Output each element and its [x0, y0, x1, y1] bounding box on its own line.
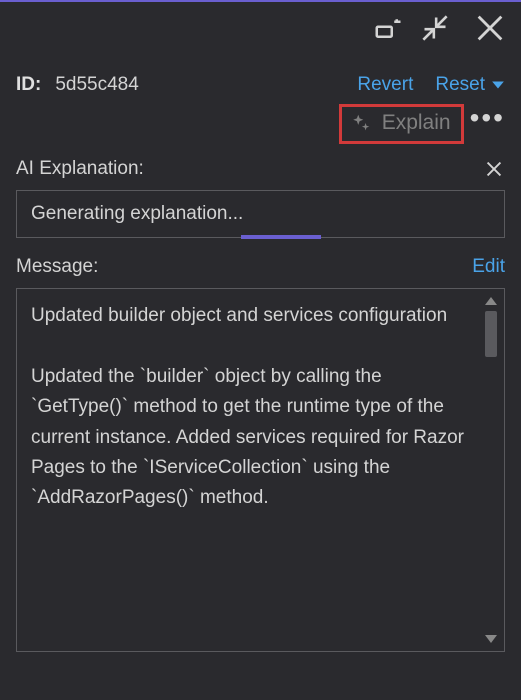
ai-explanation-field: Generating explanation...	[16, 190, 505, 238]
close-window-icon[interactable]	[473, 11, 507, 45]
progress-indicator	[241, 235, 321, 239]
collapse-arrow-icon[interactable]	[421, 14, 449, 42]
title-bar	[0, 2, 521, 54]
panel-content: ID: 5d55c484 Revert Reset Explain ••• AI…	[0, 54, 521, 652]
scroll-down-icon[interactable]	[485, 635, 497, 643]
id-value: 5d55c484	[55, 74, 138, 96]
close-explanation-icon[interactable]	[483, 158, 505, 180]
id-label: ID:	[16, 74, 41, 96]
ai-explanation-label: AI Explanation:	[16, 158, 144, 180]
scrollbar[interactable]	[482, 295, 500, 645]
sparkle-icon	[350, 112, 372, 134]
revert-link[interactable]: Revert	[357, 74, 413, 96]
chevron-down-icon	[491, 78, 505, 92]
explain-button[interactable]: Explain	[339, 104, 464, 144]
message-text: Updated builder object and services conf…	[31, 301, 478, 514]
edit-link[interactable]: Edit	[472, 256, 505, 278]
ai-explanation-header: AI Explanation:	[16, 158, 505, 180]
more-options-icon[interactable]: •••	[470, 111, 505, 125]
message-label: Message:	[16, 256, 98, 278]
scroll-thumb[interactable]	[485, 311, 497, 357]
message-box[interactable]: Updated builder object and services conf…	[16, 288, 505, 652]
dock-panel-icon[interactable]	[373, 13, 403, 43]
explain-row: Explain •••	[16, 104, 505, 144]
scroll-up-icon[interactable]	[485, 297, 497, 305]
commit-id-row: ID: 5d55c484 Revert Reset	[16, 74, 505, 96]
reset-label: Reset	[435, 74, 485, 96]
message-header: Message: Edit	[16, 256, 505, 278]
ai-status-text: Generating explanation...	[31, 203, 243, 225]
explain-label: Explain	[382, 111, 451, 135]
reset-dropdown[interactable]: Reset	[435, 74, 505, 96]
